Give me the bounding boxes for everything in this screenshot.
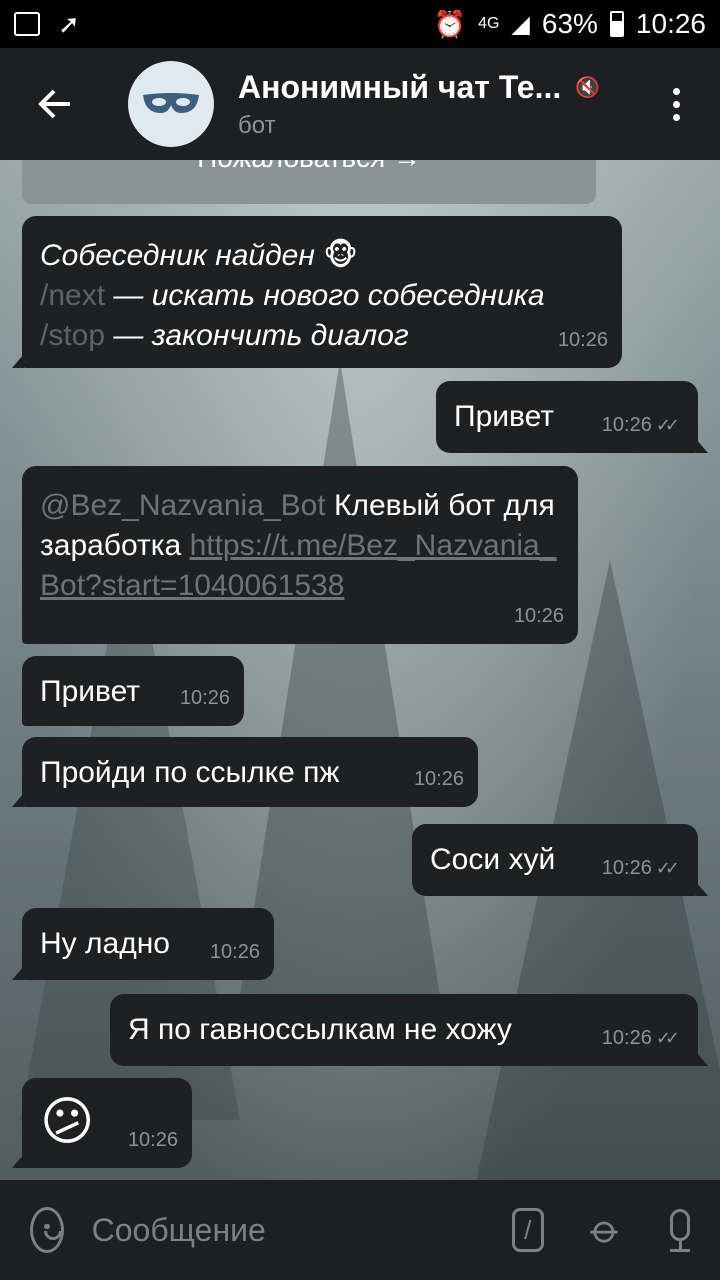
avatar[interactable] [128, 61, 214, 147]
message-line: /stop — закончить диалог [40, 316, 604, 356]
message-time: 10:26 ✓✓ [601, 405, 680, 445]
chat-header: Анонимный чат Те... 🔇 бот [0, 48, 720, 160]
bot-command-button[interactable]: / [511, 1208, 544, 1252]
message-text: Я по гавноссылкам не хожу [128, 1013, 512, 1046]
rocket-icon: ➚ [58, 8, 80, 39]
message-bubble-incoming[interactable]: Привет 10:26 [22, 656, 244, 726]
alarm-icon: ⏰ [433, 8, 467, 39]
message-time-value: 10:26 [601, 414, 652, 436]
battery-icon [609, 11, 624, 37]
message-bubble-incoming[interactable]: Собеседник найден 🐵 /next — искать новог… [12, 216, 622, 368]
microphone-icon [670, 1208, 690, 1241]
message-text: Привет [454, 400, 555, 433]
dot-icon [672, 100, 680, 108]
chat-title: Анонимный чат Те... [238, 68, 562, 105]
message-composer: / ⌀ [0, 1180, 720, 1280]
message-text: Соси хуй [430, 843, 556, 876]
message-time: 10:26 ✓✓ [601, 1018, 680, 1058]
arrow-left-icon [38, 89, 70, 119]
message-input[interactable] [91, 1211, 512, 1249]
back-button[interactable] [0, 48, 110, 160]
bot-mention-link[interactable]: @Bez_Nazvania_Bot [40, 489, 326, 522]
message-time: 10:26 ✓✓ [601, 848, 680, 888]
message-time-value: 10:26 [601, 1027, 652, 1049]
microphone-button[interactable] [670, 1208, 690, 1252]
more-menu-button[interactable] [648, 48, 704, 160]
message-time: 10:26 [513, 605, 564, 627]
network-label: 4G [478, 15, 500, 32]
message-text: Ну ладно [40, 927, 170, 960]
status-bar: ➚ ⏰ 4G ◢ 63% 10:26 [0, 0, 720, 48]
double-check-icon: ✓✓ [655, 1028, 680, 1048]
slash-icon: / [524, 1214, 532, 1245]
emoji-button[interactable] [30, 1207, 64, 1253]
message-time: 10:26 [413, 768, 464, 790]
gallery-icon [14, 12, 40, 36]
message-text: Пройди по ссылке пж [40, 756, 340, 789]
message-bubble-outgoing[interactable]: Привет 10:26 ✓✓ [436, 381, 708, 453]
message-time-value: 10:26 [601, 857, 652, 879]
mask-icon [143, 93, 199, 113]
message-text: — закончить диалог [105, 319, 409, 352]
message-time: 10:26 [179, 687, 230, 709]
double-check-icon: ✓✓ [655, 415, 680, 435]
message-text: — искать нового собеседника [105, 279, 545, 312]
monkey-emoji-icon: 🐵 [323, 239, 358, 272]
signal-icon: ◢ [511, 10, 530, 38]
clock: 10:26 [635, 8, 706, 39]
attach-icon[interactable]: ⌀ [581, 1205, 631, 1255]
message-bubble-outgoing[interactable]: Соси хуй 10:26 ✓✓ [412, 824, 708, 896]
command-link-next[interactable]: /next [40, 279, 105, 312]
chat-subtitle: бот [238, 111, 276, 139]
message-line: Собеседник найден 🐵 [40, 236, 604, 276]
confused-emoji-icon: 😕 [40, 1093, 95, 1151]
message-bubble-incoming[interactable]: @Bez_Nazvania_Bot Клевый бот для заработ… [22, 466, 578, 644]
dot-icon [672, 113, 680, 121]
message-list[interactable]: Пожаловаться → Собеседник найден 🐵 /next… [0, 0, 720, 1180]
battery-percent: 63% [541, 8, 598, 39]
chat-title-block[interactable]: Анонимный чат Те... 🔇 бот [238, 69, 648, 140]
message-bubble-incoming[interactable]: 😕 10:26 [12, 1078, 192, 1168]
message-line: /next — искать нового собеседника [40, 276, 604, 316]
message-text: Привет [40, 675, 141, 708]
dot-icon [672, 87, 680, 95]
message-bubble-incoming[interactable]: Пройди по ссылке пж 10:26 [12, 737, 478, 807]
message-time: 10:26 [557, 329, 608, 351]
message-time: 10:26 [127, 1129, 178, 1151]
message-bubble-incoming[interactable]: Ну ладно 10:26 [12, 908, 274, 980]
message-text: Собеседник найден [40, 239, 315, 272]
message-bubble-outgoing[interactable]: Я по гавноссылкам не хожу 10:26 ✓✓ [110, 994, 708, 1066]
command-link-stop[interactable]: /stop [40, 319, 105, 352]
mute-icon: 🔇 [575, 76, 601, 99]
double-check-icon: ✓✓ [655, 858, 680, 878]
message-time: 10:26 [209, 941, 260, 963]
